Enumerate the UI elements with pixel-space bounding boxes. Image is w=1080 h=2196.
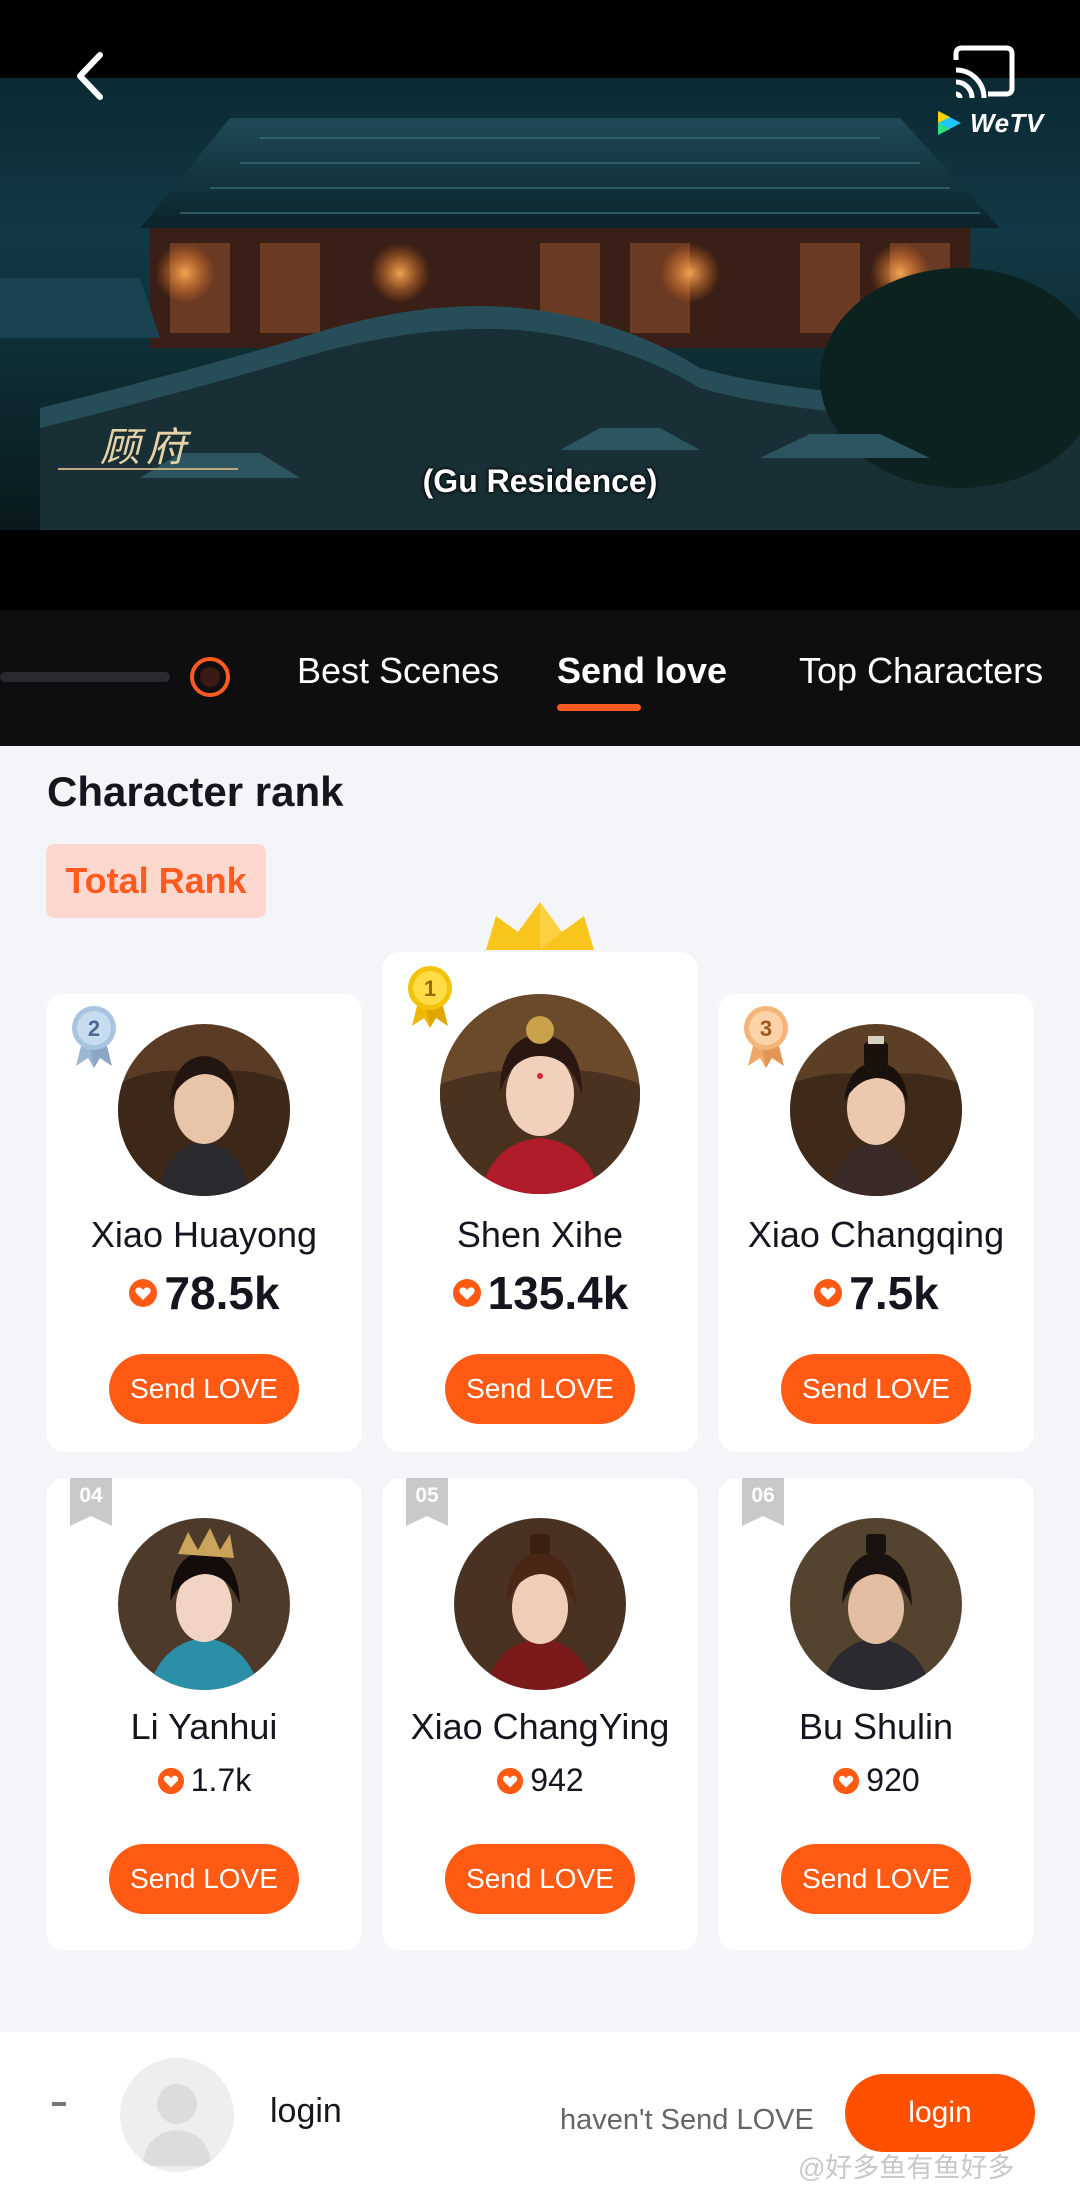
send-love-button[interactable]: Send LOVE	[109, 1354, 299, 1424]
wetv-brand-text: WeTV	[970, 107, 1044, 138]
bronze-medal-icon: 3	[744, 1006, 788, 1068]
video-subtitle: (Gu Residence)	[422, 463, 658, 499]
love-value: 1.7k	[190, 1762, 252, 1798]
watermark: @好多鱼有鱼好多	[798, 2153, 1015, 2183]
character-rank-section: Character rank Total Rank 2 Xiao Huayong	[0, 746, 1080, 2032]
character-avatar[interactable]	[118, 1024, 290, 1196]
send-love-button[interactable]: Send LOVE	[109, 1844, 299, 1914]
character-name: Xiao Changqing	[747, 1214, 1005, 1255]
rank-number-badge: 06	[742, 1478, 784, 1526]
wetv-logo: WeTV	[934, 106, 1044, 140]
svg-text:3: 3	[760, 1016, 772, 1041]
my-love-status-bar: - login haven't Send LOVE login @好多鱼有鱼好多	[0, 2032, 1080, 2196]
user-name-label[interactable]: login	[270, 2092, 342, 2131]
section-title: Character rank	[47, 768, 344, 815]
tab-best-scenes[interactable]: Best Scenes	[297, 650, 499, 692]
scrolled-tab-icon	[0, 657, 230, 697]
love-value: 78.5k	[164, 1267, 280, 1319]
total-rank-filter[interactable]: Total Rank	[46, 844, 266, 918]
character-name: Xiao ChangYing	[410, 1706, 670, 1747]
heart-badge-icon	[129, 1279, 158, 1307]
love-value: 135.4k	[487, 1267, 629, 1319]
rank-number-badge: 05	[406, 1478, 448, 1526]
tab-send-love[interactable]: Send love	[557, 650, 727, 692]
love-value: 7.5k	[849, 1267, 939, 1319]
rank-number-badge: 04	[70, 1478, 112, 1526]
crown-icon	[486, 902, 594, 950]
heart-badge-icon	[497, 1767, 524, 1794]
love-count: 78.5k	[46, 1266, 362, 1320]
gold-medal-icon: 1	[408, 966, 452, 1028]
character-card: 05 Xiao ChangYing 942 Send LOVE	[382, 1478, 698, 1950]
video-player[interactable]: 顾府 (Gu Residence) WeTV	[0, 0, 1080, 610]
cast-button[interactable]	[950, 44, 1018, 102]
love-value: 920	[866, 1762, 920, 1798]
character-name: Xiao Huayong	[90, 1214, 318, 1255]
character-avatar[interactable]	[790, 1518, 962, 1690]
character-avatar[interactable]	[118, 1518, 290, 1690]
love-count: 942	[382, 1762, 698, 1799]
silver-medal-icon: 2	[72, 1006, 116, 1068]
active-tab-indicator	[557, 704, 641, 711]
heart-badge-icon	[833, 1767, 860, 1794]
rank-number: 04	[79, 1484, 103, 1507]
character-card: 06 Bu Shulin 920 Send LOVE	[718, 1478, 1034, 1950]
send-love-button[interactable]: Send LOVE	[445, 1354, 635, 1424]
tab-partial-hidden[interactable]	[0, 652, 230, 702]
login-button[interactable]: login	[845, 2074, 1035, 2152]
tab-top-characters[interactable]: Top Characters	[799, 650, 1043, 692]
svg-text:1: 1	[424, 976, 436, 1001]
send-love-button[interactable]: Send LOVE	[781, 1844, 971, 1914]
character-name: Li Yanhui	[130, 1706, 278, 1747]
heart-badge-icon	[157, 1767, 184, 1794]
love-count: 7.5k	[718, 1266, 1034, 1320]
character-card: 1 Shen Xihe 135.4k Send LOVE	[382, 952, 698, 1452]
character-avatar[interactable]	[790, 1024, 962, 1196]
cast-icon	[953, 45, 1015, 99]
love-count: 1.7k	[46, 1762, 362, 1799]
rank-number: 05	[415, 1484, 439, 1507]
video-frame: 顾府 (Gu Residence)	[0, 78, 1080, 530]
my-rank-placeholder: -	[52, 2102, 66, 2106]
character-card: 2 Xiao Huayong 78.5k Send LOVE	[46, 994, 362, 1452]
send-love-status: haven't Send LOVE	[560, 2104, 814, 2136]
rank-number: 06	[751, 1484, 775, 1507]
love-count: 920	[718, 1762, 1034, 1799]
character-name: Bu Shulin	[798, 1706, 954, 1747]
svg-text:2: 2	[88, 1016, 100, 1041]
wetv-play-icon	[938, 111, 961, 135]
character-avatar[interactable]	[454, 1518, 626, 1690]
user-avatar[interactable]	[120, 2058, 234, 2172]
send-love-button[interactable]: Send LOVE	[781, 1354, 971, 1424]
default-user-icon	[142, 2084, 212, 2166]
character-card: 3 Xiao Changqing 7.5k Send LOVE	[718, 994, 1034, 1452]
character-name: Shen Xihe	[456, 1214, 624, 1255]
love-value: 942	[530, 1762, 584, 1798]
send-love-button[interactable]: Send LOVE	[445, 1844, 635, 1914]
character-card: 04 Li Yanhui 1.7k Send LOVE	[46, 1478, 362, 1950]
character-avatar[interactable]	[440, 994, 640, 1194]
heart-badge-icon	[814, 1279, 843, 1307]
heart-badge-icon	[452, 1279, 481, 1307]
tab-bar: Best Scenes Send love Top Characters	[0, 610, 1080, 746]
love-count: 135.4k	[382, 1266, 698, 1320]
chevron-left-icon	[77, 52, 103, 100]
back-button[interactable]	[62, 48, 118, 104]
